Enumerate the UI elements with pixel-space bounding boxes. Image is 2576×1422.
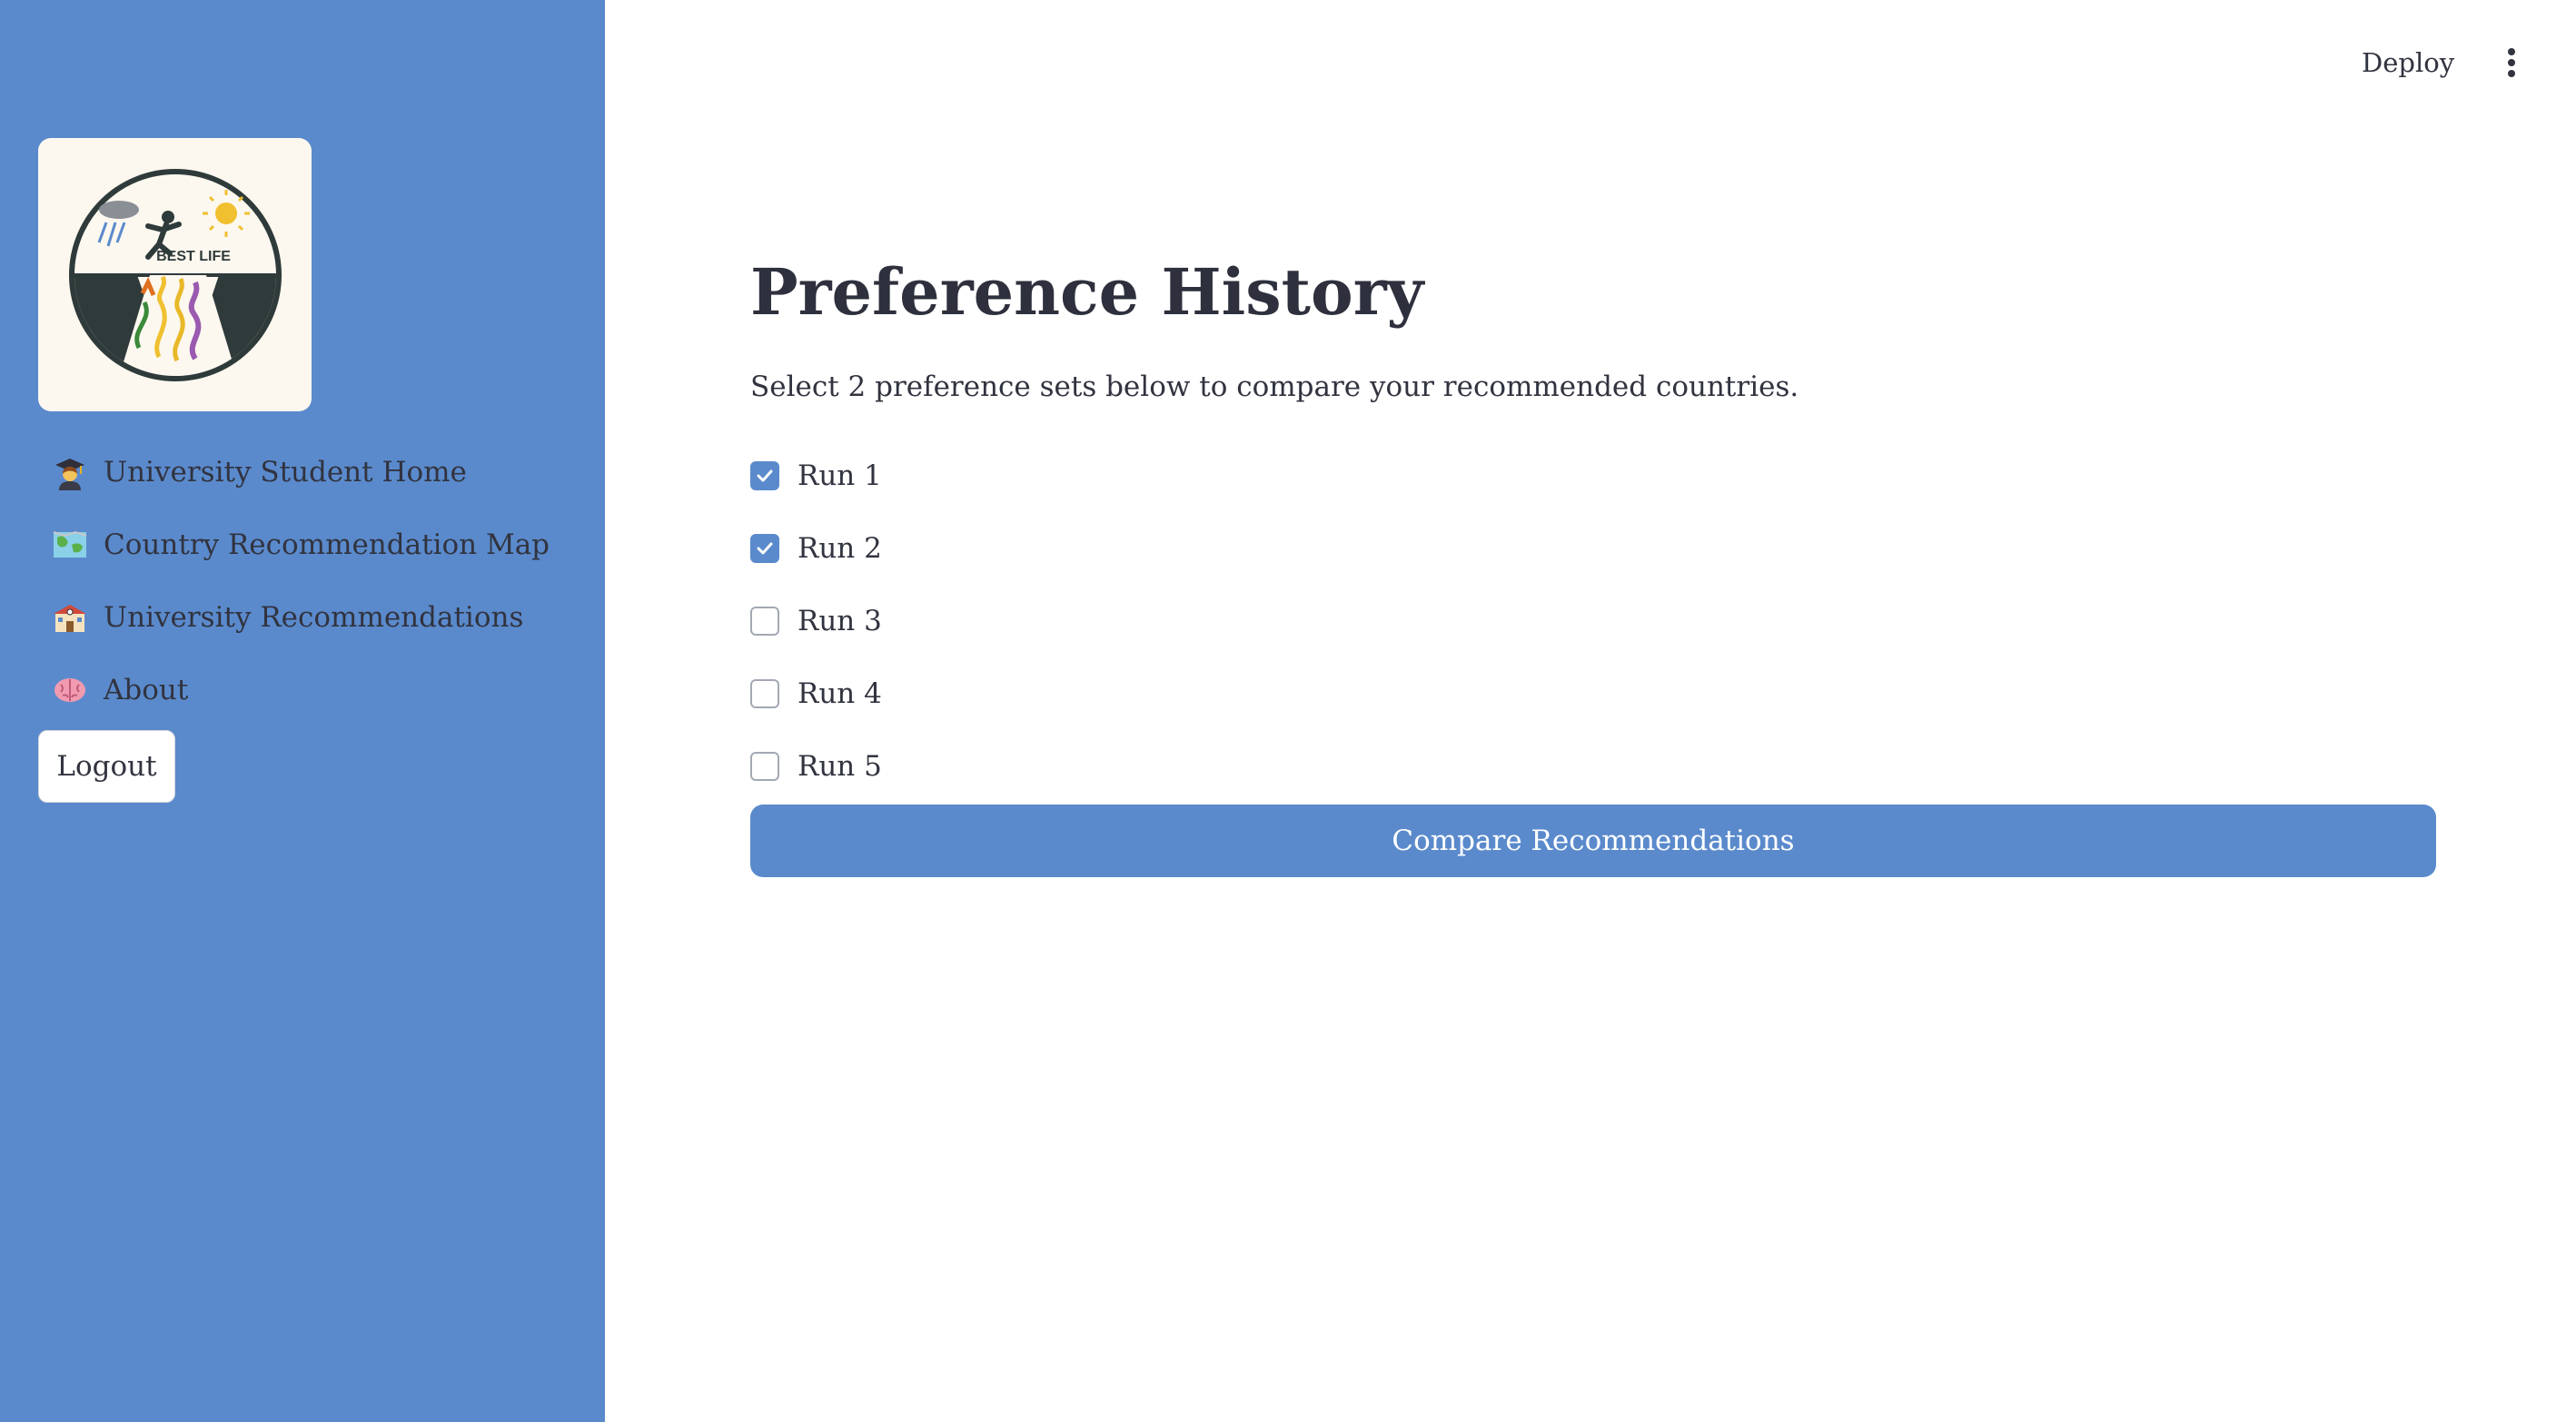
- run-checkbox-row[interactable]: Run 1: [750, 439, 882, 512]
- sidebar-item-about[interactable]: About: [51, 654, 550, 726]
- deploy-button[interactable]: Deploy: [2362, 42, 2454, 84]
- page-subtitle: Select 2 preference sets below to compar…: [750, 370, 1799, 403]
- run-label: Run 3: [798, 605, 882, 637]
- run-checkbox-row[interactable]: Run 2: [750, 512, 882, 585]
- run-label: Run 1: [798, 459, 882, 492]
- sidebar-item-label: Country Recommendation Map: [104, 528, 550, 561]
- run-checklist: Run 1 Run 2 Run 3 Run 4 Run 5: [750, 439, 882, 803]
- checkbox-checked[interactable]: [750, 461, 779, 490]
- checkbox-unchecked[interactable]: [750, 752, 779, 781]
- school-building-icon: [51, 598, 89, 637]
- checkbox-checked[interactable]: [750, 534, 779, 563]
- map-icon: [51, 526, 89, 564]
- run-label: Run 4: [798, 677, 882, 710]
- sidebar-item-country-recommendation-map[interactable]: Country Recommendation Map: [51, 509, 550, 581]
- app-window: BEST LIFE University Student Home Countr…: [0, 0, 2576, 1422]
- run-label: Run 5: [798, 750, 882, 783]
- sidebar-item-label: About: [104, 674, 189, 706]
- sidebar-item-label: University Student Home: [104, 456, 467, 489]
- sidebar-nav: University Student Home Country Recommen…: [51, 436, 550, 726]
- sidebar-item-label: University Recommendations: [104, 601, 524, 634]
- brain-icon: [51, 671, 89, 709]
- checkmark-icon: [757, 469, 773, 482]
- run-label: Run 2: [798, 532, 882, 565]
- page-title: Preference History: [750, 254, 1424, 330]
- checkbox-unchecked[interactable]: [750, 607, 779, 636]
- run-checkbox-row[interactable]: Run 4: [750, 657, 882, 730]
- compare-recommendations-button[interactable]: Compare Recommendations: [750, 805, 2436, 877]
- student-icon: [51, 453, 89, 491]
- more-vertical-icon[interactable]: [2491, 42, 2532, 84]
- checkbox-unchecked[interactable]: [750, 679, 779, 708]
- run-checkbox-row[interactable]: Run 3: [750, 585, 882, 657]
- app-logo: BEST LIFE: [38, 138, 312, 411]
- logout-button[interactable]: Logout: [38, 730, 175, 803]
- run-checkbox-row[interactable]: Run 5: [750, 730, 882, 803]
- sidebar: BEST LIFE University Student Home Countr…: [0, 0, 605, 1422]
- best-life-logo-icon: BEST LIFE: [68, 168, 282, 381]
- logo-text: BEST LIFE: [156, 249, 231, 264]
- checkmark-icon: [757, 542, 773, 555]
- sidebar-item-university-student-home[interactable]: University Student Home: [51, 436, 550, 509]
- sidebar-item-university-recommendations[interactable]: University Recommendations: [51, 581, 550, 654]
